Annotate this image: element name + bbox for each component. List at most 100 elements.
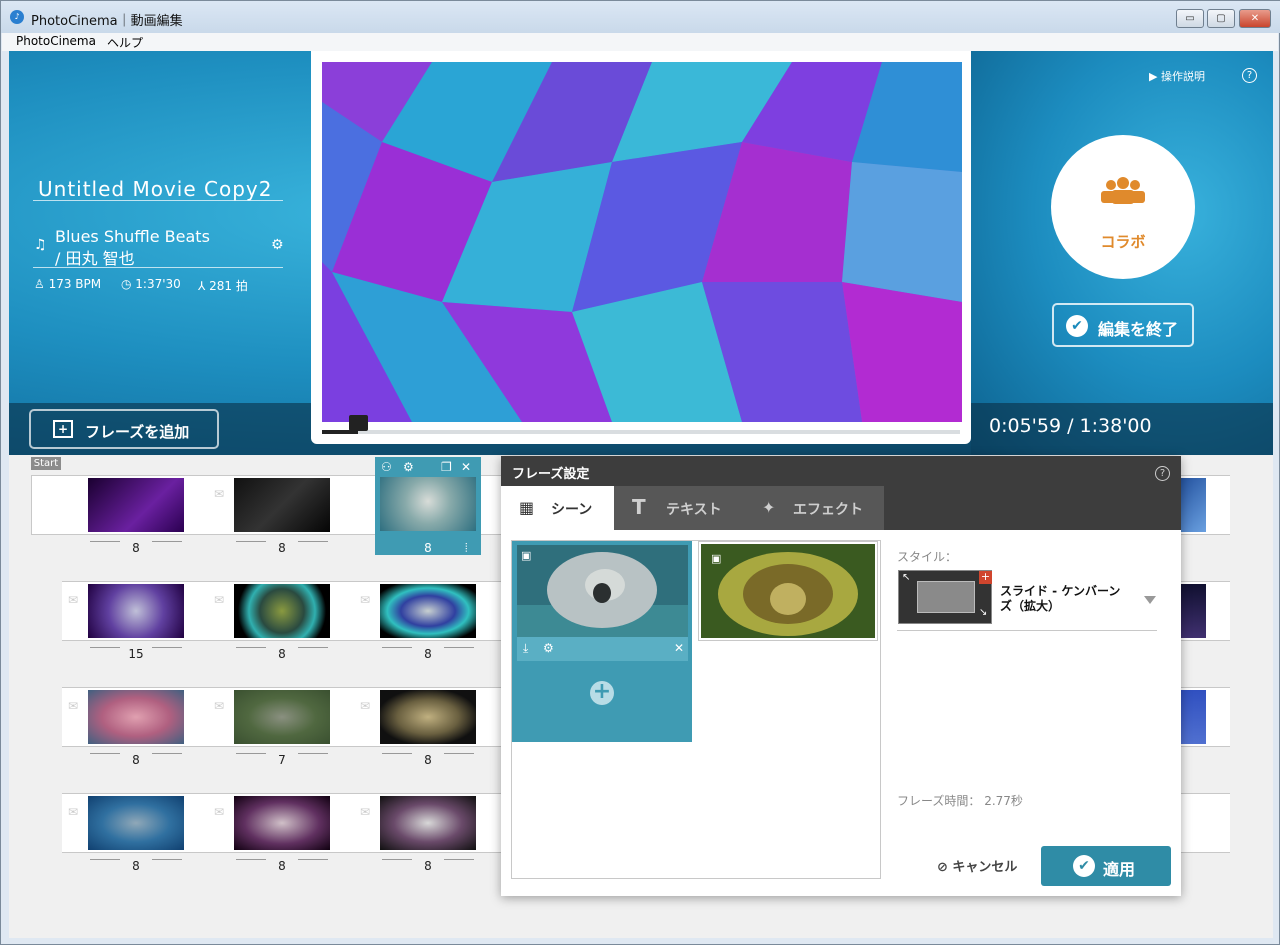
add-scene-button[interactable]: + xyxy=(590,681,614,705)
close-icon[interactable]: ✕ xyxy=(674,641,684,655)
people-icon[interactable]: ⚇ xyxy=(381,460,392,474)
help-icon[interactable]: ? xyxy=(1242,68,1257,83)
beats-stat: ⅄ 281 拍 xyxy=(198,277,248,294)
collab-button[interactable]: コラボ xyxy=(1051,135,1195,279)
video-preview-panel xyxy=(311,51,971,444)
add-film-icon: + xyxy=(53,420,73,438)
finish-editing-button[interactable]: ✔ 編集を終了 xyxy=(1052,303,1194,347)
song-artist[interactable]: / 田丸 智也 xyxy=(55,245,135,269)
phrase-clip[interactable] xyxy=(88,584,184,638)
close-button[interactable]: ✕ xyxy=(1239,9,1271,28)
tutorial-link[interactable]: ▶ 操作説明 xyxy=(1149,68,1205,84)
phrase-clip[interactable] xyxy=(88,478,184,532)
envelope-icon: ✉ xyxy=(360,805,371,819)
text-icon: T xyxy=(632,495,646,519)
cancel-label: キャンセル xyxy=(952,860,1018,875)
app-window: ♪ PhotoCinema｜動画編集 ▭ ▢ ✕ PhotoCinema ヘルプ… xyxy=(0,0,1280,945)
beat-bracket xyxy=(152,643,182,648)
start-slot xyxy=(31,475,63,535)
envelope-icon: ✉ xyxy=(214,593,225,607)
add-phrase-label: フレーズを追加 xyxy=(85,423,190,441)
close-icon[interactable]: ✕ xyxy=(461,460,471,474)
song-title[interactable]: Blues Shuffle Beats xyxy=(55,227,210,246)
phrase-clip[interactable] xyxy=(88,690,184,744)
video-preview[interactable] xyxy=(322,62,962,422)
beat-bracket xyxy=(382,749,412,754)
menu-help[interactable]: ヘルプ xyxy=(107,34,143,51)
phrase-clip[interactable] xyxy=(380,690,476,744)
cancel-button[interactable]: ⊘ キャンセル xyxy=(937,856,1017,875)
scene-toolbar: ⤓ ⚙ ✕ xyxy=(517,637,688,661)
envelope-icon: ✉ xyxy=(68,805,79,819)
beat-bracket xyxy=(298,643,328,648)
selected-clip-count: 8 xyxy=(424,541,432,555)
style-dropdown-arrow-icon[interactable] xyxy=(1144,596,1156,604)
clip-beat-count: 8 xyxy=(278,541,286,555)
replace-icon[interactable]: ⤓ xyxy=(523,641,528,656)
bpm-stat: ♙ 173 BPM xyxy=(34,277,101,291)
phrase-clip[interactable] xyxy=(380,796,476,850)
tab-scene[interactable]: ▦ シーン xyxy=(501,486,614,530)
song-settings-gear-icon[interactable]: ⚙ xyxy=(271,237,284,253)
beat-bracket xyxy=(90,749,120,754)
clip-beat-count: 8 xyxy=(424,859,432,873)
menu-photocinema[interactable]: PhotoCinema xyxy=(16,34,96,48)
seek-bar[interactable] xyxy=(322,430,960,434)
clip-beat-count: 8 xyxy=(132,541,140,555)
beat-bracket xyxy=(236,855,266,860)
beats-value: 281 拍 xyxy=(209,279,248,293)
tab-effect[interactable]: ✦ エフェクト xyxy=(734,486,884,530)
clip-beat-count: 8 xyxy=(278,859,286,873)
clip-beat-count: 8 xyxy=(278,647,286,661)
finish-editing-label: 編集を終了 xyxy=(1098,320,1179,339)
scene-item[interactable]: ▣ xyxy=(698,541,878,641)
phrase-clip[interactable] xyxy=(234,478,330,532)
window-title: PhotoCinema｜動画編集 xyxy=(31,14,183,29)
envelope-icon: ✉ xyxy=(360,593,371,607)
bpm-value: 173 BPM xyxy=(48,277,102,291)
envelope-icon: ✉ xyxy=(68,593,79,607)
dialog-title: フレーズ設定 xyxy=(512,467,590,482)
scene-thumbnail: ▣ xyxy=(517,545,688,637)
gear-icon[interactable]: ⚙ xyxy=(403,460,414,474)
gear-icon[interactable]: ⚙ xyxy=(543,641,554,655)
envelope-icon: ✉ xyxy=(214,487,225,501)
fish-photo xyxy=(701,544,875,638)
phrase-clip[interactable] xyxy=(88,796,184,850)
selected-phrase-clip[interactable]: ⚇ ⚙ ❐ ✕ 8 ⦙ xyxy=(375,457,481,555)
minimize-button[interactable]: ▭ xyxy=(1176,9,1204,28)
phrase-clip[interactable] xyxy=(1181,690,1206,744)
style-thumbnail[interactable]: ↖ ↘ + xyxy=(898,570,992,624)
beat-bracket xyxy=(90,643,120,648)
start-marker: Start xyxy=(31,457,61,470)
duration-value: 1:37'30 xyxy=(135,277,181,291)
scene-list: ▣ ⤓ ⚙ ✕ + ▣ xyxy=(511,540,881,879)
scene-item-selected[interactable]: ▣ ⤓ ⚙ ✕ + xyxy=(512,541,692,742)
beat-bracket xyxy=(444,749,474,754)
seek-handle[interactable] xyxy=(349,415,368,431)
phrase-clip[interactable] xyxy=(234,584,330,638)
duration-stat: ◷ 1:37'30 xyxy=(121,277,181,291)
drag-handle-icon[interactable]: ⦙ xyxy=(465,541,468,556)
apply-button[interactable]: ✔ 適用 xyxy=(1041,846,1171,886)
phrase-clip[interactable] xyxy=(1181,584,1206,638)
beat-bracket xyxy=(236,537,266,542)
style-name-line2[interactable]: ズ（拡大） xyxy=(1000,597,1060,614)
beat-bracket xyxy=(444,855,474,860)
copy-icon[interactable]: ❐ xyxy=(441,460,452,474)
apply-label: 適用 xyxy=(1103,860,1136,879)
dialog-help-icon[interactable]: ? xyxy=(1155,466,1170,481)
movie-title[interactable]: Untitled Movie Copy2 xyxy=(38,177,272,201)
song-underline xyxy=(33,267,283,268)
maximize-button[interactable]: ▢ xyxy=(1207,9,1235,28)
tab-text[interactable]: T テキスト xyxy=(614,486,734,530)
timecode: 0:05'59 / 1:38'00 xyxy=(989,415,1152,437)
phrase-clip[interactable] xyxy=(234,690,330,744)
add-phrase-button[interactable]: + フレーズを追加 xyxy=(29,409,219,449)
phrase-clip[interactable] xyxy=(380,584,476,638)
phrase-clip[interactable] xyxy=(234,796,330,850)
fish-photo xyxy=(517,545,688,637)
tab-text-label: テキスト xyxy=(666,502,722,518)
music-note-icon: ♫ xyxy=(34,237,47,253)
collab-label: コラボ xyxy=(1100,233,1146,251)
